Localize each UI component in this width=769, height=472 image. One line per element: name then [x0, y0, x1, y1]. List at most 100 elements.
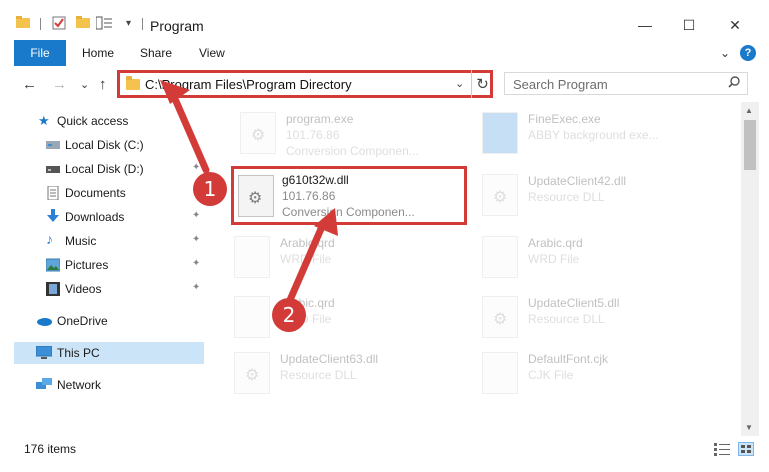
tab-home[interactable]: Home: [82, 46, 114, 60]
sidebar-item-network[interactable]: Network: [0, 374, 206, 396]
item-count: 176 items: [24, 442, 77, 456]
recent-locations-icon[interactable]: ⌄: [80, 78, 89, 91]
minimize-button[interactable]: —: [630, 12, 660, 38]
pin-icon[interactable]: ✦: [192, 258, 200, 269]
step-2-badge: 2: [272, 298, 306, 332]
properties-icon[interactable]: [52, 16, 66, 33]
sidebar-item-label: Local Disk (C:): [65, 138, 144, 152]
drive-icon: [46, 138, 60, 152]
file-icon: [234, 296, 270, 338]
file-tile[interactable]: ⚙ program.exe 101.76.86 Conversion Compo…: [240, 108, 470, 158]
dll-file-icon: ⚙: [482, 174, 518, 216]
cloud-icon: [36, 315, 52, 329]
details-pane-icon[interactable]: [95, 16, 114, 33]
separator-icon: [40, 18, 41, 30]
music-icon: ♪: [46, 231, 53, 247]
expand-ribbon-icon[interactable]: ⌄: [720, 46, 730, 60]
scroll-thumb[interactable]: [744, 120, 756, 170]
sidebar-item-label: Videos: [65, 282, 102, 296]
file-description: Conversion Componen...: [282, 205, 415, 219]
new-folder-icon[interactable]: [76, 16, 90, 31]
pin-icon[interactable]: ✦: [192, 210, 200, 221]
computer-icon: [35, 345, 53, 360]
file-description: ABBY background exe...: [528, 128, 659, 142]
search-input[interactable]: Search Program: [504, 72, 748, 95]
details-view-icon[interactable]: [714, 442, 730, 456]
exe-file-icon: ⚙: [240, 112, 276, 154]
file-name: Arabic.qrd: [280, 236, 335, 250]
sidebar-item-local-disk-c[interactable]: Local Disk (C:): [0, 134, 206, 156]
scroll-up-icon[interactable]: ▲: [745, 106, 753, 115]
highlighted-file-tile[interactable]: ⚙ g610t32w.dll 101.76.86 Conversion Comp…: [231, 166, 467, 225]
close-button[interactable]: ✕: [720, 12, 750, 38]
pin-icon[interactable]: ✦: [192, 282, 200, 293]
file-tile[interactable]: FineExec.exe ABBY background exe...: [482, 108, 712, 158]
search-icon[interactable]: [728, 76, 740, 91]
sidebar-item-local-disk-d[interactable]: Local Disk (D:) ✦: [0, 158, 206, 180]
exe-file-icon: [482, 112, 518, 154]
sidebar-item-downloads[interactable]: Downloads ✦: [0, 206, 206, 228]
window-title: Program: [150, 18, 204, 34]
file-tile[interactable]: ⚙ UpdateClient42.dll Resource DLL: [482, 170, 712, 220]
pin-icon[interactable]: ✦: [192, 162, 200, 173]
navigation-bar: ← → ⌄ ↑ C:\Program Files\Program Directo…: [0, 66, 769, 102]
file-name: UpdateClient42.dll: [528, 174, 627, 188]
scroll-down-icon[interactable]: ▼: [745, 423, 753, 432]
file-name: DefaultFont.cjk: [528, 352, 609, 366]
pin-icon[interactable]: ✦: [192, 234, 200, 245]
sidebar-item-label: Pictures: [65, 258, 109, 272]
file-tile[interactable]: Arabic.qrd WRD File: [234, 232, 464, 282]
tab-share[interactable]: Share: [140, 46, 172, 60]
sidebar-item-documents[interactable]: Documents ✦: [0, 182, 206, 204]
separator-icon: [142, 18, 143, 30]
drive-icon: [46, 162, 60, 176]
file-name: UpdateClient5.dll: [528, 296, 620, 310]
address-path[interactable]: C:\Program Files\Program Directory: [145, 77, 352, 92]
sidebar-item-quick-access[interactable]: ★ Quick access: [0, 110, 206, 132]
dll-file-icon: ⚙: [234, 352, 270, 394]
refresh-button[interactable]: ↻: [471, 70, 493, 98]
chevron-down-icon[interactable]: ⌄: [455, 77, 464, 90]
step-1-badge: 1: [193, 172, 227, 206]
sidebar-item-label: Documents: [65, 186, 126, 200]
file-name: FineExec.exe: [528, 112, 601, 126]
vertical-scrollbar[interactable]: ▲ ▼: [741, 102, 759, 436]
video-icon: [46, 282, 60, 296]
file-name: UpdateClient63.dll: [280, 352, 379, 366]
file-type: WRD File: [280, 252, 332, 266]
sidebar-item-onedrive[interactable]: OneDrive: [0, 310, 206, 332]
help-icon[interactable]: ?: [740, 45, 756, 61]
file-tile[interactable]: ⚙ UpdateClient63.dll Resource DLL: [234, 348, 464, 398]
sidebar-item-music[interactable]: ♪ Music ✦: [0, 230, 206, 252]
pictures-icon: [45, 258, 61, 272]
file-tile[interactable]: Arabic.qrd WRD File: [482, 232, 712, 282]
sidebar-item-pictures[interactable]: Pictures ✦: [0, 254, 206, 276]
sidebar-item-label: OneDrive: [57, 314, 108, 328]
document-icon: [46, 185, 60, 201]
file-type: WRD File: [528, 252, 580, 266]
tab-view[interactable]: View: [199, 46, 225, 60]
sidebar-item-label: Downloads: [65, 210, 125, 224]
file-name: g610t32w.dll: [282, 173, 349, 187]
file-type: Resource DLL: [528, 312, 605, 326]
sidebar-item-this-pc[interactable]: This PC: [14, 342, 204, 364]
file-tile[interactable]: DefaultFont.cjk CJK File: [482, 348, 712, 398]
file-tile[interactable]: Arabic.qrd WRD File: [234, 292, 464, 342]
file-description: Conversion Componen...: [286, 144, 419, 158]
title-bar: ▾ Program — ☐ ✕: [0, 0, 769, 40]
ribbon-tabs: File Home Share View ⌄ ?: [0, 40, 769, 66]
file-tile[interactable]: ⚙ UpdateClient5.dll Resource DLL: [482, 292, 712, 342]
customize-toolbar-icon[interactable]: ▾: [126, 18, 131, 29]
address-bar[interactable]: C:\Program Files\Program Directory ⌄ ↻: [117, 70, 493, 98]
file-name: program.exe: [286, 112, 354, 126]
file-version: 101.76.86: [282, 189, 336, 203]
folder-icon: [126, 76, 140, 90]
tab-file[interactable]: File: [14, 40, 66, 66]
sidebar-item-label: This PC: [57, 346, 100, 360]
large-icons-view-icon[interactable]: [738, 442, 754, 456]
maximize-button[interactable]: ☐: [674, 12, 704, 38]
back-arrow-icon[interactable]: ←: [22, 76, 37, 93]
up-arrow-icon[interactable]: ↑: [99, 76, 107, 93]
forward-arrow-icon[interactable]: →: [52, 76, 67, 93]
sidebar-item-videos[interactable]: Videos ✦: [0, 278, 206, 300]
